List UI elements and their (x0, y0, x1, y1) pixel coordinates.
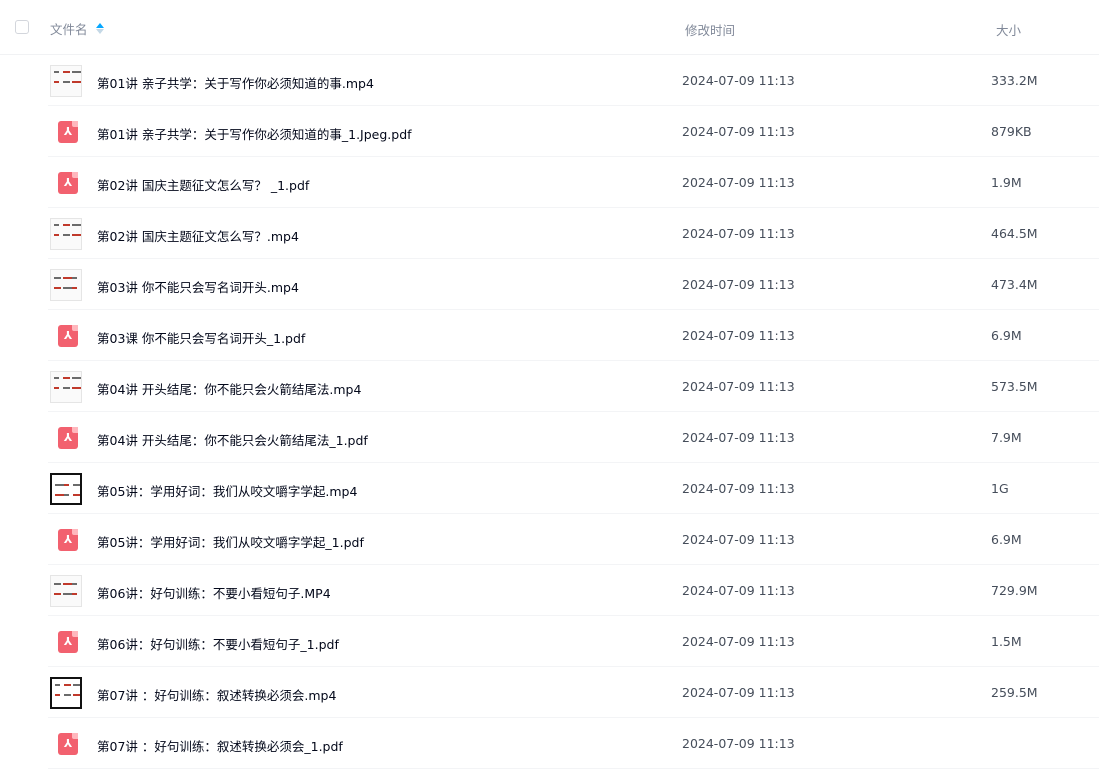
file-size: 7.9M (991, 430, 1022, 445)
file-row[interactable]: ⅄ 第03课 你不能只会写名词开头_1.pdf 2024-07-09 11:13 6.… (48, 310, 1099, 361)
file-modified-time: 2024-07-09 11:13 (682, 685, 795, 700)
file-modified-time: 2024-07-09 11:13 (682, 532, 795, 547)
file-row[interactable]: 第04讲 开头结尾：你不能只会火箭结尾法.mp4 2024-07-09 11:13… (48, 361, 1099, 412)
file-modified-time: 2024-07-09 11:13 (682, 73, 795, 88)
video-thumbnail-icon (50, 218, 82, 250)
video-thumbnail-icon (50, 65, 82, 97)
file-name[interactable]: 第05讲：学用好词：我们从咬文嚼字学起_1.pdf (97, 532, 364, 551)
video-thumbnail-icon (50, 575, 82, 607)
video-thumbnail-icon (50, 677, 82, 709)
pdf-file-icon: ⅄ (50, 524, 82, 556)
file-size: 473.4M (991, 277, 1038, 292)
pdf-file-icon: ⅄ (50, 320, 82, 352)
file-size: 464.5M (991, 226, 1038, 241)
file-name[interactable]: 第04讲 开头结尾：你不能只会火箭结尾法.mp4 (97, 379, 361, 398)
name-column-label: 文件名 (50, 22, 88, 37)
file-modified-time: 2024-07-09 11:13 (682, 481, 795, 496)
file-row[interactable]: ⅄ 第01讲 亲子共学：关于写作你必须知道的事_1.Jpeg.pdf 2024-07… (48, 106, 1099, 157)
file-row[interactable]: 第05讲：学用好词：我们从咬文嚼字学起.mp4 2024-07-09 11:13 1… (48, 463, 1099, 514)
file-name[interactable]: 第06讲：好句训练：不要小看短句子.MP4 (97, 583, 331, 602)
pdf-file-icon: ⅄ (50, 728, 82, 760)
file-size: 6.9M (991, 328, 1022, 343)
file-name[interactable]: 第06讲：好句训练：不要小看短句子_1.pdf (97, 634, 339, 653)
pdf-file-icon: ⅄ (50, 422, 82, 454)
file-size: 879KB (991, 124, 1032, 139)
file-modified-time: 2024-07-09 11:13 (682, 634, 795, 649)
file-name[interactable]: 第01讲 亲子共学：关于写作你必须知道的事.mp4 (97, 73, 374, 92)
file-name[interactable]: 第05讲：学用好词：我们从咬文嚼字学起.mp4 (97, 481, 357, 500)
file-size: 1.9M (991, 175, 1022, 190)
video-thumbnail-icon (50, 371, 82, 403)
file-modified-time: 2024-07-09 11:13 (682, 328, 795, 343)
file-modified-time: 2024-07-09 11:13 (682, 583, 795, 598)
select-all-checkbox[interactable] (15, 20, 29, 34)
file-size: 729.9M (991, 583, 1038, 598)
video-thumbnail-icon (50, 269, 82, 301)
file-modified-time: 2024-07-09 11:13 (682, 277, 795, 292)
file-name[interactable]: 第07讲 ：好句训练：叙述转换必须会_1.pdf (97, 736, 343, 755)
sort-ascending-icon[interactable] (95, 23, 104, 34)
name-column-header[interactable]: 文件名 (50, 19, 104, 38)
size-column-header[interactable]: 大小 (996, 20, 1021, 39)
file-row[interactable]: 第06讲：好句训练：不要小看短句子.MP4 2024-07-09 11:13 729… (48, 565, 1099, 616)
pdf-file-icon: ⅄ (50, 116, 82, 148)
file-row[interactable]: ⅄ 第05讲：学用好词：我们从咬文嚼字学起_1.pdf 2024-07-09 11:… (48, 514, 1099, 565)
file-name[interactable]: 第07讲 ：好句训练：叙述转换必须会.mp4 (97, 685, 336, 704)
modified-time-column-header[interactable]: 修改时间 (685, 20, 735, 39)
file-modified-time: 2024-07-09 11:13 (682, 124, 795, 139)
file-name[interactable]: 第01讲 亲子共学：关于写作你必须知道的事_1.Jpeg.pdf (97, 124, 412, 143)
file-row[interactable]: ⅄ 第04讲 开头结尾：你不能只会火箭结尾法_1.pdf 2024-07-09 11… (48, 412, 1099, 463)
file-name[interactable]: 第02讲 国庆主题征文怎么写？ _1.pdf (97, 175, 309, 194)
file-row[interactable]: 第02讲 国庆主题征文怎么写？.mp4 2024-07-09 11:13 464.5… (48, 208, 1099, 259)
file-modified-time: 2024-07-09 11:13 (682, 430, 795, 445)
file-name[interactable]: 第04讲 开头结尾：你不能只会火箭结尾法_1.pdf (97, 430, 368, 449)
file-modified-time: 2024-07-09 11:13 (682, 379, 795, 394)
pdf-file-icon: ⅄ (50, 167, 82, 199)
file-size: 1.5M (991, 634, 1022, 649)
file-row[interactable]: ⅄ 第02讲 国庆主题征文怎么写？ _1.pdf 2024-07-09 11:13 1… (48, 157, 1099, 208)
file-row[interactable]: 第03讲 你不能只会写名词开头.mp4 2024-07-09 11:13 473.4… (48, 259, 1099, 310)
file-size: 1G (991, 481, 1009, 496)
video-thumbnail-icon (50, 473, 82, 505)
file-size: 259.5M (991, 685, 1038, 700)
file-modified-time: 2024-07-09 11:13 (682, 175, 795, 190)
file-name[interactable]: 第02讲 国庆主题征文怎么写？.mp4 (97, 226, 299, 245)
file-name[interactable]: 第03讲 你不能只会写名词开头.mp4 (97, 277, 299, 296)
file-name[interactable]: 第03课 你不能只会写名词开头_1.pdf (97, 328, 305, 347)
file-row[interactable]: 第01讲 亲子共学：关于写作你必须知道的事.mp4 2024-07-09 11:1… (48, 55, 1099, 106)
file-size: 6.9M (991, 532, 1022, 547)
file-row[interactable]: ⅄ 第07讲 ：好句训练：叙述转换必须会_1.pdf 2024-07-09 11:1… (48, 718, 1099, 769)
file-list: 文件名 修改时间 大小 第01讲 亲子共学：关于写作你必须知道的事.mp4 202… (0, 0, 1099, 769)
file-size: 573.5M (991, 379, 1038, 394)
file-row[interactable]: 第07讲 ：好句训练：叙述转换必须会.mp4 2024-07-09 11:13 25… (48, 667, 1099, 718)
file-size: 333.2M (991, 73, 1038, 88)
file-row[interactable]: ⅄ 第06讲：好句训练：不要小看短句子_1.pdf 2024-07-09 11:13… (48, 616, 1099, 667)
file-modified-time: 2024-07-09 11:13 (682, 226, 795, 241)
file-modified-time: 2024-07-09 11:13 (682, 736, 795, 751)
pdf-file-icon: ⅄ (50, 626, 82, 658)
file-list-header: 文件名 修改时间 大小 (0, 0, 1099, 55)
